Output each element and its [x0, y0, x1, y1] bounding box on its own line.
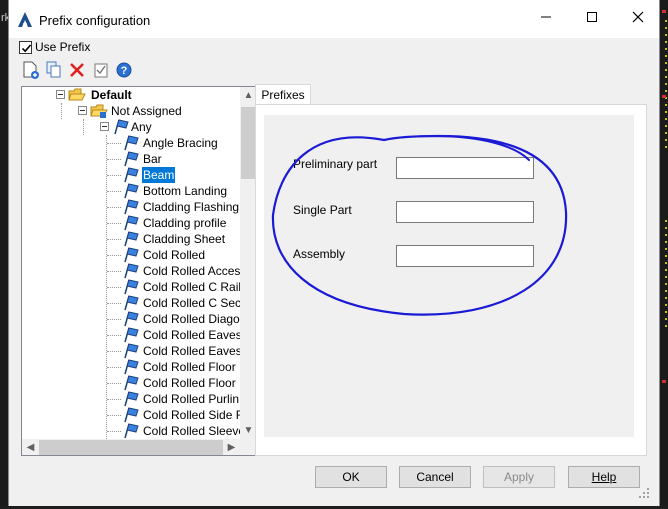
apply-button[interactable]: Apply [483, 466, 555, 488]
help-button-label: Help [591, 470, 617, 484]
prefix-configuration-dialog: Prefix configuration Use Prefix ? Defaul… [8, 0, 660, 506]
ok-button[interactable]: OK [315, 466, 387, 488]
help-button[interactable]: Help [568, 466, 640, 488]
cancel-button[interactable]: Cancel [399, 466, 471, 488]
hand-drawn-circle-annotation [271, 134, 568, 316]
resize-grip-icon[interactable] [637, 486, 651, 500]
